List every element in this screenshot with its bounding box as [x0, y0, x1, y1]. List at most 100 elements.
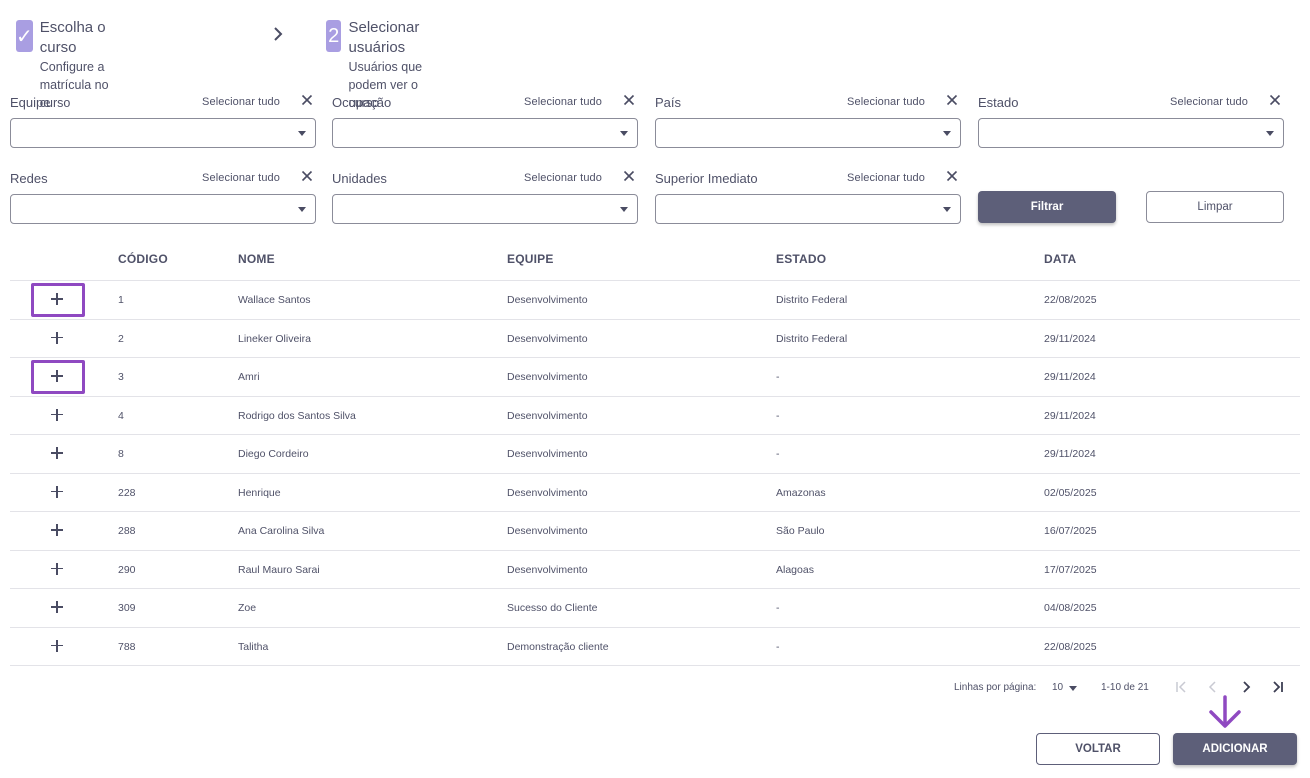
select-all-link[interactable]: Selecionar tudo: [524, 172, 602, 184]
cell-codigo: 3: [118, 371, 124, 383]
filter-select-ocupacao[interactable]: [332, 118, 638, 148]
filter-estado: Estado Selecionar tudo: [978, 92, 1284, 156]
filter-pais: País Selecionar tudo: [655, 92, 961, 156]
cell-equipe: Desenvolvimento: [507, 409, 588, 422]
cell-equipe: Desenvolvimento: [507, 448, 588, 460]
caret-down-icon[interactable]: [943, 207, 951, 212]
cell-codigo: 288: [118, 525, 136, 537]
table-row: 2 Lineker Oliveira Desenvolvimento Distrito…: [10, 320, 1300, 358]
plus-icon[interactable]: [50, 600, 64, 614]
cell-estado: Distrito Federal: [776, 294, 848, 306]
next-page-icon[interactable]: [1239, 680, 1253, 694]
select-all-link[interactable]: Selecionar tudo: [1170, 96, 1248, 108]
cell-estado: -: [776, 371, 780, 383]
close-icon[interactable]: [623, 170, 635, 182]
add-button[interactable]: ADICIONAR: [1173, 733, 1297, 765]
cell-nome: Raul Mauro Sarai: [238, 563, 320, 576]
select-all-link[interactable]: Selecionar tudo: [524, 96, 602, 108]
column-header-codigo[interactable]: CÓDIGO: [118, 252, 168, 266]
cell-estado: Alagoas: [776, 563, 814, 576]
filter-label: Estado: [978, 95, 1019, 110]
select-all-link[interactable]: Selecionar tudo: [202, 96, 280, 108]
cell-equipe: Sucesso do Cliente: [507, 602, 598, 614]
rows-per-page-select[interactable]: 10: [1052, 682, 1063, 693]
caret-down-icon[interactable]: [1069, 686, 1077, 691]
plus-icon[interactable]: [50, 485, 64, 499]
plus-icon[interactable]: [50, 562, 64, 576]
cell-equipe: Desenvolvimento: [507, 563, 588, 576]
filter-redes: Redes Selecionar tudo: [10, 168, 316, 232]
plus-icon[interactable]: [50, 331, 64, 345]
cell-nome: Diego Cordeiro: [238, 448, 309, 460]
column-header-equipe[interactable]: EQUIPE: [507, 252, 554, 266]
filter-label: Superior Imediato: [655, 171, 758, 186]
column-header-data[interactable]: DATA: [1044, 252, 1076, 266]
caret-down-icon[interactable]: [943, 131, 951, 136]
filter-label: Redes: [10, 171, 48, 186]
plus-icon[interactable]: [50, 292, 64, 306]
cell-codigo: 228: [118, 486, 136, 499]
plus-icon[interactable]: [50, 408, 64, 422]
last-page-icon[interactable]: [1271, 680, 1285, 694]
plus-icon[interactable]: [50, 446, 64, 460]
filter-select-unidades[interactable]: [332, 194, 638, 224]
caret-down-icon[interactable]: [1266, 131, 1274, 136]
previous-page-icon[interactable]: [1206, 680, 1220, 694]
cell-nome: Zoe: [238, 602, 257, 614]
select-all-link[interactable]: Selecionar tudo: [847, 172, 925, 184]
close-icon[interactable]: [623, 94, 635, 106]
caret-down-icon[interactable]: [620, 207, 628, 212]
close-icon[interactable]: [946, 94, 958, 106]
back-button[interactable]: VOLTAR: [1036, 733, 1160, 765]
cell-nome: Ana Carolina Silva: [238, 525, 325, 537]
cell-data: 29/11/2024: [1044, 371, 1096, 383]
column-header-estado[interactable]: ESTADO: [776, 252, 826, 266]
arrow-down-icon: [1209, 695, 1241, 728]
column-header-nome[interactable]: NOME: [238, 252, 275, 266]
plus-icon[interactable]: [50, 639, 64, 653]
filter-label: Equipe: [10, 95, 51, 110]
close-icon[interactable]: [946, 170, 958, 182]
table-row: 8 Diego Cordeiro Desenvolvimento - 29/11/202…: [10, 435, 1300, 474]
filter-select-equipe[interactable]: [10, 118, 316, 148]
filter-select-estado[interactable]: [978, 118, 1284, 148]
pagination: Linhas por página: 10 1-10 de 21: [0, 680, 1310, 700]
table-row: 309 Zoe Sucesso do Cliente - 04/08/2025: [10, 589, 1300, 628]
filter-label: Ocupação: [332, 95, 392, 110]
close-icon[interactable]: [1269, 94, 1281, 106]
filter-select-redes[interactable]: [10, 194, 316, 224]
filter-superior-imediato: Superior Imediato Selecionar tudo: [655, 168, 961, 232]
table-row: 288 Ana Carolina Silva Desenvolvimento São …: [10, 512, 1300, 551]
plus-icon[interactable]: [50, 369, 64, 383]
cell-estado: Distrito Federal: [776, 332, 848, 345]
close-icon[interactable]: [301, 170, 313, 182]
cell-nome: Talitha: [238, 640, 269, 653]
cell-nome: Amri: [238, 371, 260, 383]
select-all-link[interactable]: Selecionar tudo: [202, 172, 280, 184]
filter-button[interactable]: Filtrar: [978, 191, 1116, 223]
filter-select-superior-imediato[interactable]: [655, 194, 961, 224]
chevron-right-icon: [274, 27, 283, 41]
close-icon[interactable]: [301, 94, 313, 106]
clear-button[interactable]: Limpar: [1146, 191, 1284, 223]
cell-data: 22/08/2025: [1044, 294, 1097, 306]
cell-data: 22/08/2025: [1044, 640, 1097, 653]
caret-down-icon[interactable]: [298, 131, 306, 136]
first-page-icon[interactable]: [1174, 680, 1188, 694]
filter-label: País: [655, 95, 682, 110]
cell-nome: Wallace Santos: [238, 294, 311, 306]
caret-down-icon[interactable]: [620, 131, 628, 136]
table-row: 4 Rodrigo dos Santos Silva Desenvolvimento…: [10, 397, 1300, 435]
filter-ocupacao: Ocupação Selecionar tudo: [332, 92, 638, 156]
caret-down-icon[interactable]: [298, 207, 306, 212]
step-title: Selecionar usuários: [348, 19, 420, 56]
cell-codigo: 309: [118, 602, 136, 614]
filter-select-pais[interactable]: [655, 118, 961, 148]
users-table: CÓDIGO NOME EQUIPE ESTADO DATA 1 Wallace …: [10, 240, 1300, 666]
cell-estado: -: [776, 602, 780, 614]
plus-icon[interactable]: [50, 523, 64, 537]
cell-data: 04/08/2025: [1044, 602, 1097, 614]
table-header: CÓDIGO NOME EQUIPE ESTADO DATA: [10, 240, 1300, 281]
select-all-link[interactable]: Selecionar tudo: [847, 96, 925, 108]
cell-equipe: Demonstração cliente: [507, 640, 609, 653]
